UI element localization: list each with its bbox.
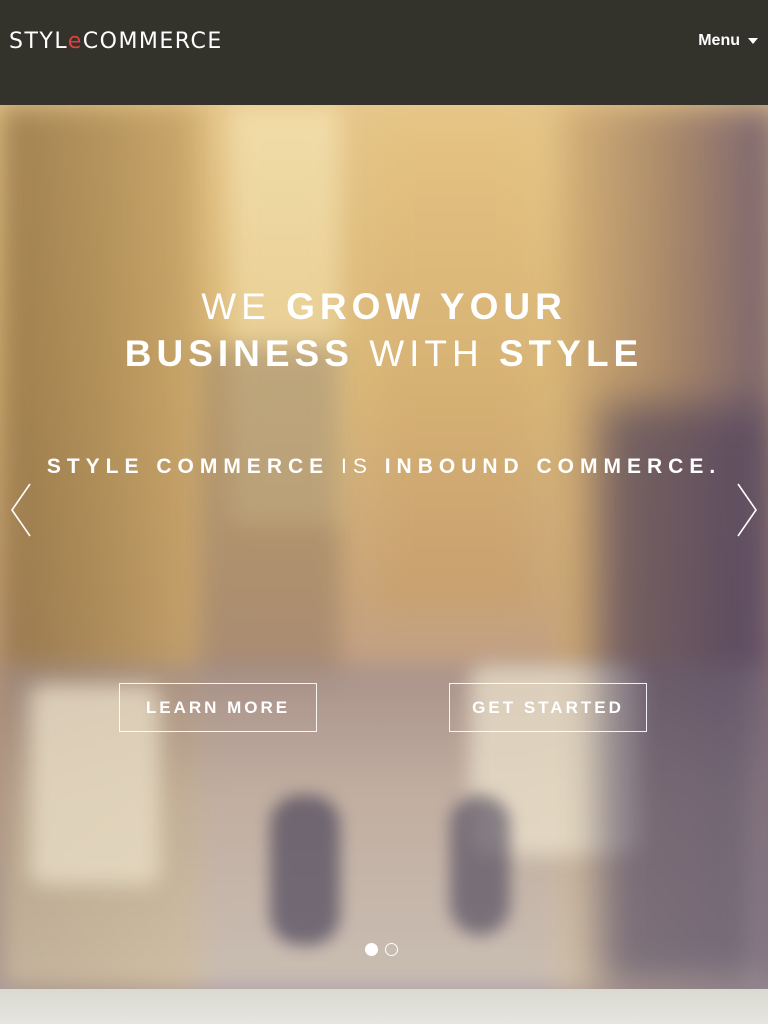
carousel-dot-1[interactable] — [365, 943, 378, 956]
logo-suffix: COMMERCE — [82, 29, 223, 54]
headline-business: BUSINESS — [124, 333, 354, 374]
headline-style: STYLE — [499, 333, 644, 374]
hero-content: WE GROW YOUR BUSINESS WITH STYLE STYLE C… — [0, 105, 768, 989]
hero-subheadline: STYLE COMMERCE IS INBOUND COMMERCE. — [0, 455, 768, 479]
page: STYLeCOMMERCE Menu WE GROW YOUR BUSINESS… — [0, 0, 768, 1024]
headline-word-we: WE — [201, 286, 271, 327]
get-started-button[interactable]: GET STARTED — [449, 683, 647, 732]
hero-headline: WE GROW YOUR BUSINESS WITH STYLE — [0, 283, 768, 377]
caret-down-icon — [748, 38, 758, 44]
hero-carousel: WE GROW YOUR BUSINESS WITH STYLE STYLE C… — [0, 105, 768, 989]
carousel-dot-2[interactable] — [385, 943, 398, 956]
headline-grow-your: GROW YOUR — [286, 286, 567, 327]
site-header: STYLeCOMMERCE Menu — [0, 0, 768, 105]
sub-is: IS — [341, 455, 373, 478]
headline-with: WITH — [369, 333, 484, 374]
logo-prefix: STYL — [9, 29, 68, 54]
logo-accent: e — [67, 29, 83, 54]
carousel-indicators — [365, 943, 398, 956]
next-section — [0, 989, 768, 1024]
chevron-left-icon[interactable] — [10, 483, 32, 537]
logo[interactable]: STYLeCOMMERCE — [9, 30, 223, 54]
menu-button[interactable]: Menu — [698, 32, 758, 50]
learn-more-button[interactable]: LEARN MORE — [119, 683, 317, 732]
chevron-right-icon[interactable] — [736, 483, 758, 537]
menu-label: Menu — [698, 32, 740, 49]
sub-inbound-commerce: INBOUND COMMERCE. — [384, 455, 722, 478]
sub-style-commerce: STYLE COMMERCE — [46, 455, 330, 478]
